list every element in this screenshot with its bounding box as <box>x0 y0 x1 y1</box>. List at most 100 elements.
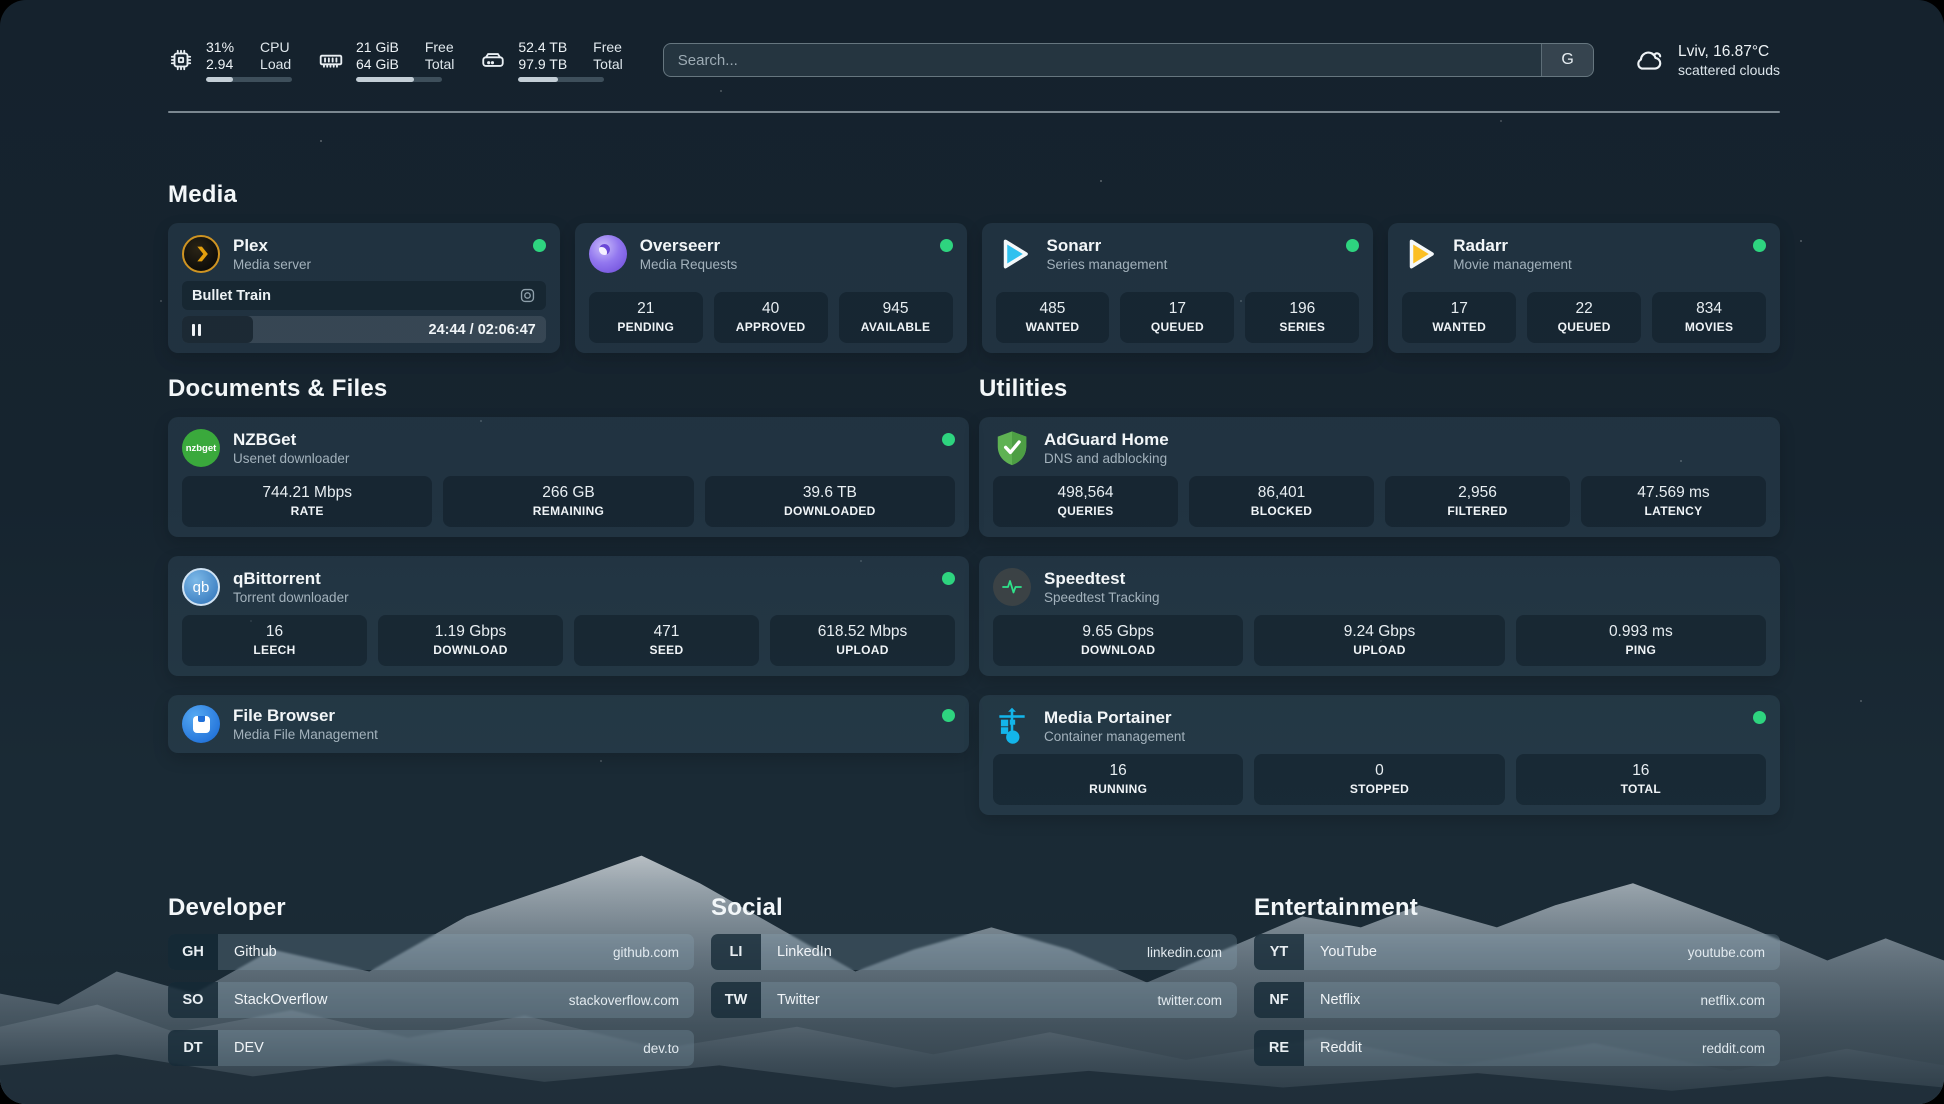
bookmark-twitter[interactable]: TW Twitter twitter.com <box>711 982 1237 1018</box>
app-card-nzbget[interactable]: nzbget NZBGet Usenet downloader 744.21 M… <box>168 417 969 537</box>
speedtest-icon <box>993 568 1031 606</box>
stat-box: 47.569 ms LATENCY <box>1581 476 1766 527</box>
cpu-progress-bar <box>206 77 292 82</box>
memory-labels: Free Total <box>425 39 455 73</box>
dashboard: 31% 2.94 CPU Load <box>0 0 1944 1104</box>
stat-box: 1.19 Gbps DOWNLOAD <box>378 615 563 666</box>
overseerr-icon <box>589 235 627 273</box>
app-card-qbittorrent[interactable]: qb qBittorrent Torrent downloader 16 LEE… <box>168 556 969 676</box>
stat-box: 498,564 QUERIES <box>993 476 1178 527</box>
now-playing-title: Bullet Train <box>192 288 511 304</box>
plex-progress-bar[interactable]: 24:44 / 02:06:47 <box>182 316 546 343</box>
app-card-adguard[interactable]: AdGuard Home DNS and adblocking 498,564 … <box>979 417 1780 537</box>
status-online-dot <box>1753 711 1766 724</box>
stat-box: 266 GB REMAINING <box>443 476 693 527</box>
nzbget-icon: nzbget <box>182 429 220 467</box>
bookmark-name: Twitter <box>761 982 820 1018</box>
search-input[interactable] <box>664 44 1541 76</box>
section-title-entertainment: Entertainment <box>1254 894 1780 922</box>
bookmark-section-developer: Developer GH Github github.com SO StackO… <box>168 894 694 1078</box>
app-description: Speedtest Tracking <box>1044 589 1766 606</box>
radarr-icon <box>1402 235 1440 273</box>
app-name: Media Portainer <box>1044 707 1740 728</box>
bookmark-dev[interactable]: DT DEV dev.to <box>168 1030 694 1066</box>
app-card-filebrowser[interactable]: File Browser Media File Management <box>168 695 969 753</box>
bookmark-name: DEV <box>218 1030 264 1066</box>
app-description: DNS and adblocking <box>1044 450 1766 467</box>
filebrowser-icon <box>182 705 220 743</box>
bookmark-url: twitter.com <box>1157 982 1237 1018</box>
storage-total: 97.9 TB <box>518 56 567 73</box>
bookmark-abbr: LI <box>711 934 761 970</box>
status-online-dot <box>942 572 955 585</box>
bookmark-name: Netflix <box>1304 982 1360 1018</box>
bookmark-stackoverflow[interactable]: SO StackOverflow stackoverflow.com <box>168 982 694 1018</box>
bookmark-linkedin[interactable]: LI LinkedIn linkedin.com <box>711 934 1237 970</box>
bookmark-name: Reddit <box>1304 1030 1362 1066</box>
app-card-portainer[interactable]: Media Portainer Container management 16 … <box>979 695 1780 815</box>
app-name: Overseerr <box>640 235 927 256</box>
cloud-icon <box>1632 45 1666 75</box>
stat-box: 17 WANTED <box>1402 292 1516 343</box>
app-card-sonarr[interactable]: Sonarr Series management 485 WANTED 17 Q… <box>982 223 1374 353</box>
app-card-plex[interactable]: Plex Media server Bullet Train 24:44 / 0… <box>168 223 560 353</box>
stat-box: 17 QUEUED <box>1120 292 1234 343</box>
bookmark-abbr: TW <box>711 982 761 1018</box>
cpu-load: 2.94 <box>206 56 234 73</box>
stat-box: 0.993 ms PING <box>1516 615 1766 666</box>
bookmark-section-social: Social LI LinkedIn linkedin.com TW Twitt… <box>711 894 1237 1078</box>
status-online-dot <box>1753 239 1766 252</box>
search-bar: G <box>663 43 1594 77</box>
qbittorrent-icon: qb <box>182 568 220 606</box>
bookmark-name: StackOverflow <box>218 982 327 1018</box>
app-name: NZBGet <box>233 429 929 450</box>
utilities-column: Utilities AdGuard Home DNS and adblockin… <box>979 353 1780 834</box>
bookmark-url: netflix.com <box>1700 982 1780 1018</box>
cpu-stat: 31% 2.94 CPU Load <box>168 39 292 82</box>
bookmark-abbr: YT <box>1254 934 1304 970</box>
bookmark-youtube[interactable]: YT YouTube youtube.com <box>1254 934 1780 970</box>
pause-icon[interactable] <box>192 324 201 336</box>
bookmark-abbr: GH <box>168 934 218 970</box>
app-card-speedtest[interactable]: Speedtest Speedtest Tracking 9.65 Gbps D… <box>979 556 1780 676</box>
status-online-dot <box>533 239 546 252</box>
stat-box: 196 SERIES <box>1245 292 1359 343</box>
bookmark-netflix[interactable]: NF Netflix netflix.com <box>1254 982 1780 1018</box>
stat-box: 485 WANTED <box>996 292 1110 343</box>
stat-box: 21 PENDING <box>589 292 703 343</box>
stat-box: 834 MOVIES <box>1652 292 1766 343</box>
stat-box: 16 RUNNING <box>993 754 1243 805</box>
header: 31% 2.94 CPU Load <box>168 34 1780 86</box>
section-title-documents: Documents & Files <box>168 375 969 403</box>
storage-free: 52.4 TB <box>518 39 567 56</box>
documents-column: Documents & Files nzbget NZBGet Usenet d… <box>168 353 969 772</box>
app-description: Series management <box>1047 256 1334 273</box>
weather-location: Lviv, 16.87°C <box>1678 42 1780 62</box>
bookmark-name: Github <box>218 934 277 970</box>
stat-box: 0 STOPPED <box>1254 754 1504 805</box>
bookmark-url: dev.to <box>643 1030 694 1066</box>
section-title-developer: Developer <box>168 894 694 922</box>
app-name: Radarr <box>1453 235 1740 256</box>
app-description: Media File Management <box>233 726 929 743</box>
storage-icon <box>480 47 506 73</box>
app-description: Movie management <box>1453 256 1740 273</box>
bookmark-url: github.com <box>613 934 694 970</box>
bookmark-abbr: NF <box>1254 982 1304 1018</box>
bookmark-url: reddit.com <box>1702 1030 1780 1066</box>
bookmark-name: YouTube <box>1304 934 1377 970</box>
storage-stat: 52.4 TB 97.9 TB Free Total <box>480 39 622 82</box>
bookmark-reddit[interactable]: RE Reddit reddit.com <box>1254 1030 1780 1066</box>
section-title-media: Media <box>168 181 1780 209</box>
media-grid: Plex Media server Bullet Train 24:44 / 0… <box>168 223 1780 353</box>
memory-free: 21 GiB <box>356 39 399 56</box>
bookmark-github[interactable]: GH Github github.com <box>168 934 694 970</box>
plex-time: 24:44 / 02:06:47 <box>429 322 546 338</box>
bookmark-abbr: SO <box>168 982 218 1018</box>
app-card-radarr[interactable]: Radarr Movie management 17 WANTED 22 QUE… <box>1388 223 1780 353</box>
cpu-values: 31% 2.94 <box>206 39 234 73</box>
stat-box: 16 TOTAL <box>1516 754 1766 805</box>
search-engine-button[interactable]: G <box>1541 44 1593 76</box>
app-card-overseerr[interactable]: Overseerr Media Requests 21 PENDING 40 A… <box>575 223 967 353</box>
app-description: Torrent downloader <box>233 589 929 606</box>
